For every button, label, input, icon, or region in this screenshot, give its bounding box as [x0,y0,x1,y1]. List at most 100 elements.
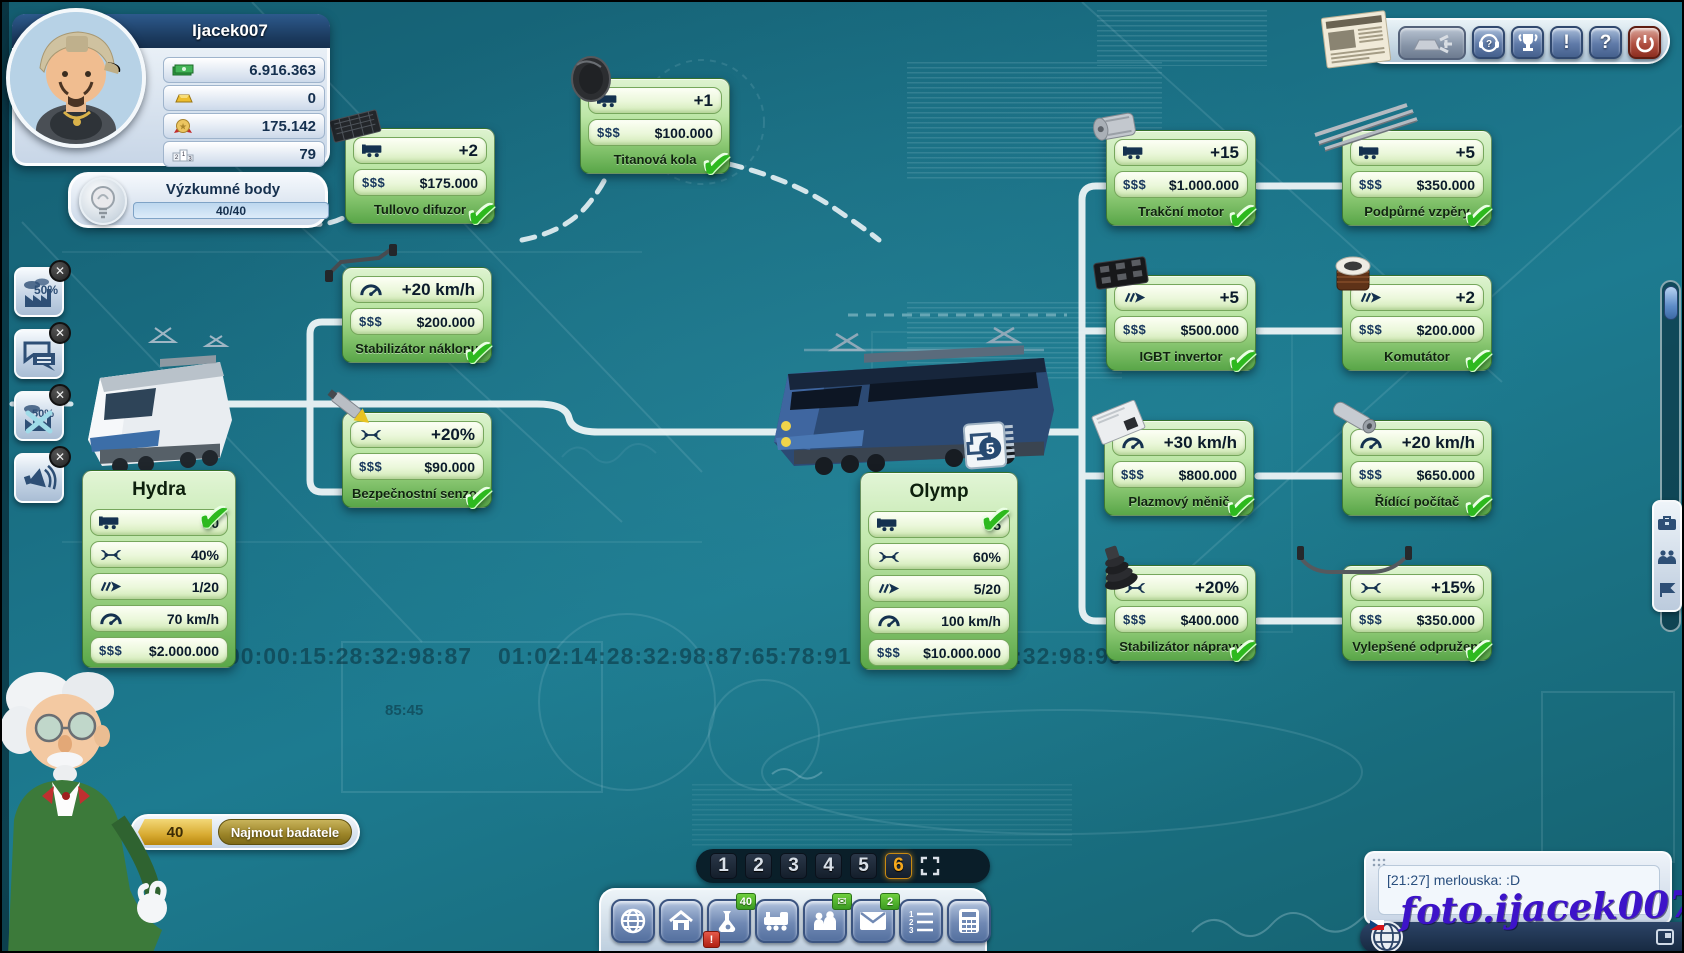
buy-gold-button[interactable] [1398,26,1466,60]
page-5[interactable]: 5 [850,853,877,879]
messages-button[interactable]: 2 [851,899,895,943]
research-points-panel: Výzkumné body 40/40 [68,172,328,228]
svg-text:?: ? [1485,39,1491,50]
dollars-icon: $$$ [1121,467,1144,482]
page-1[interactable]: 1 [710,853,737,879]
notifications-button[interactable]: ! [1550,26,1583,59]
upgrade-card-podpurne-vzpery[interactable]: +5 $$$$350.000 Podpůrné vzpěry ✔ [1342,130,1492,226]
chat-messages[interactable]: [21:27] merlouska: :D [1378,865,1660,915]
wagon-icon [877,517,901,532]
close-icon[interactable]: ✕ [49,260,71,282]
chat-window[interactable]: [21:27] merlouska: :D [1364,851,1672,925]
dollars-icon: $$$ [1359,177,1382,192]
wrench-icon [99,549,123,561]
svg-text:50%: 50% [34,283,58,297]
speedometer-icon [99,612,123,626]
chat-bar [1360,922,1684,953]
lightbulb-icon [79,177,127,225]
researched-check-icon: ✔ [1225,342,1261,384]
support-button[interactable]: ? [1472,26,1505,59]
prestige-value: 175.142 [262,118,316,135]
rankings-list-button[interactable]: 123 [899,899,943,943]
chat-language-globe-icon[interactable] [1368,918,1406,953]
association-button[interactable]: ✉ [803,899,847,943]
acceleration-icon [1123,291,1147,304]
upgrade-card-stabilizator-naklonu[interactable]: +20 km/h $$$$200.000 Stabilizátor náklon… [342,267,492,363]
scrollbar-thumb[interactable] [1664,286,1678,320]
researched-check-icon: ✔ [1461,632,1497,674]
acceleration-row: 5/20 [868,575,1010,602]
upgrade-card-vylepsene-odpruzeni[interactable]: +15% $$$$350.000 Vylepšené odpružení ✔ [1342,565,1492,661]
dollars-icon: $$$ [597,125,620,140]
rank-value: 79 [299,146,316,163]
researched-check-icon: ✔ [1461,487,1497,529]
acceleration-row: 1/20 [90,573,228,600]
speedometer-icon [877,614,901,628]
cash-icon [172,63,194,77]
upgrade-card-komutator[interactable]: +2 $$$$200.000 Komutátor ✔ [1342,275,1492,371]
acceleration-icon [1359,291,1383,304]
research-alert-badge: ! [703,931,720,948]
speedometer-icon [359,283,383,297]
people-icon[interactable] [1657,549,1677,565]
station-home-button[interactable] [659,899,703,943]
wagon-icon [1123,145,1147,160]
megaphone-button[interactable]: ✕ [14,453,64,503]
upgrade-card-trakcni-motor[interactable]: +15 $$$$1.000.000 Trakční motor ✔ [1106,130,1256,226]
hire-researcher-button[interactable]: Najmout badatele [218,819,352,845]
close-icon[interactable]: ✕ [49,446,71,468]
flag-icon[interactable] [1658,582,1676,598]
upgrade-card-igbt-invertor[interactable]: +5 $$$$500.000 IGBT invertor ✔ [1106,275,1256,371]
trains-button[interactable] [755,899,799,943]
upgrade-card-titanova-kola[interactable]: +1 $$$$100.000 Titanová kola ✔ [580,78,730,174]
trophy-button[interactable] [1511,26,1544,59]
acceleration-icon [99,580,123,593]
blueprint-small-time: 85:45 [385,702,423,719]
upgrade-card-tullovo-difuzor[interactable]: +2 $$$$175.000 Tullovo difuzor ✔ [345,128,495,224]
dollars-icon: $$$ [362,175,385,190]
page-3[interactable]: 3 [780,853,807,879]
logout-power-button[interactable] [1628,26,1661,59]
price-value: $10.000.000 [923,645,1001,661]
dollars-icon: $$$ [1359,612,1382,627]
chat-windows-button[interactable]: ✕ [14,329,64,379]
wrench-icon [1123,582,1147,594]
close-icon[interactable]: ✕ [49,384,71,406]
chat-expand-icon[interactable] [1656,929,1674,945]
page-6-active[interactable]: 6 [885,853,912,879]
fullscreen-icon[interactable] [920,856,940,876]
locomotive-card-hydra[interactable]: Hydra ✔ 20 40% 1/20 70 km/h $$$ $2.000.0… [82,470,236,668]
player-avatar[interactable] [6,8,146,148]
newspaper-icon[interactable] [1317,3,1402,74]
association-mail-badge: ✉ [832,893,852,910]
upgrade-card-stabilizator-napravy[interactable]: +20% $$$$400.000 Stabilizátor nápravy ✔ [1106,565,1256,661]
production-bonus-expired-button[interactable]: 50% ✕ [14,391,64,441]
upgrade-card-plazmovy-menic[interactable]: +30 km/h $$$$800.000 Plazmový měnič ✔ [1104,420,1254,516]
gold-row: 0 [163,85,325,111]
page-4[interactable]: 4 [815,853,842,879]
help-button[interactable]: ? [1589,26,1622,59]
close-icon[interactable]: ✕ [49,322,71,344]
top-right-toolbar: ? ! ? [1362,18,1670,64]
dollars-icon: $$$ [359,459,382,474]
blueprint-text-block [1097,10,1267,66]
finances-calculator-button[interactable] [947,899,991,943]
researched-check-icon: ✔ [977,499,1015,543]
world-map-button[interactable] [611,899,655,943]
research-points-value: 40/40 [216,204,246,218]
research-button[interactable]: 40 ! [707,899,751,943]
dollars-icon: $$$ [1359,467,1382,482]
acceleration-value: 5/20 [974,581,1001,597]
upgrade-card-ridici-pocitac[interactable]: +20 km/h $$$$650.000 Řídící počítač ✔ [1342,420,1492,516]
researched-check-icon: ✔ [1461,342,1497,384]
production-bonus-button[interactable]: 50% ✕ [14,267,64,317]
briefcase-icon[interactable] [1657,514,1677,532]
researched-check-icon: ✔ [195,497,233,541]
service-value: 60% [973,549,1001,565]
research-pagination: 1 2 3 4 5 6 [696,849,990,883]
page-2[interactable]: 2 [745,853,772,879]
acceleration-value: 1/20 [192,579,219,595]
researched-check-icon: ✔ [464,195,500,237]
locomotive-card-olymp[interactable]: Olymp ✔ 65 60% 5/20 100 km/h $$$ $10.000… [860,472,1018,670]
upgrade-card-bezpecnostni-senzor[interactable]: +20% $$$$90.000 Bezpečnostní senzor ✔ [342,412,492,508]
